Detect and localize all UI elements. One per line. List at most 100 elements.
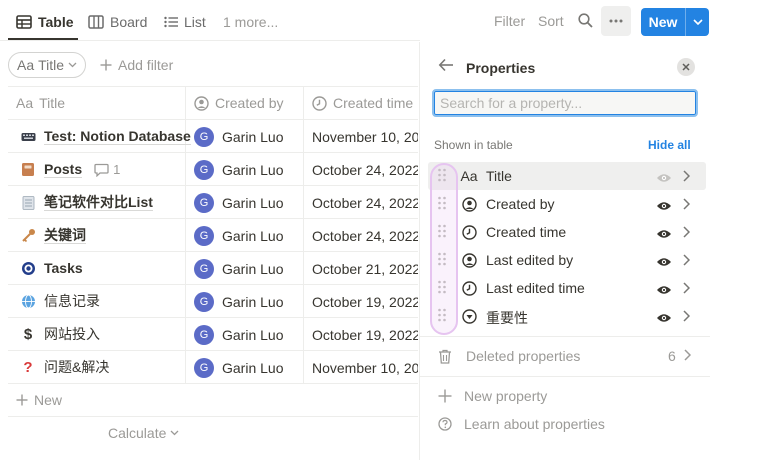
tab-board[interactable]: Board — [88, 12, 147, 32]
title-filter-pill[interactable]: Aa Title — [8, 52, 87, 78]
deleted-properties-label: Deleted properties — [466, 348, 581, 364]
calculate-label: Calculate — [108, 425, 167, 441]
trash-icon — [438, 349, 452, 364]
table-row[interactable]: $ 网站投入 G Garin Luo October 19, 2022 — [8, 317, 418, 350]
close-icon — [682, 63, 690, 71]
learn-about-properties-link[interactable]: Learn about properties — [438, 416, 605, 432]
title-cell[interactable]: 信息记录 — [20, 293, 100, 309]
table-row[interactable]: 笔记软件对比List G Garin Luo October 24, 2022 — [8, 185, 418, 218]
table-row[interactable]: Test: Notion Database G Garin Luo Novemb… — [8, 119, 418, 152]
creator-name: Garin Luo — [222, 129, 284, 145]
created-time-cell: October 21, 2022 — [312, 261, 418, 277]
column-header-created-by[interactable]: Created by — [194, 93, 283, 113]
creator-name: Garin Luo — [222, 261, 284, 277]
sort-button[interactable]: Sort — [538, 13, 564, 29]
eye-icon[interactable] — [656, 282, 672, 298]
created-by-cell[interactable]: G Garin Luo — [194, 193, 283, 213]
column-header-title[interactable]: Aa Title — [16, 93, 65, 113]
panel-divider — [420, 376, 710, 377]
title-cell[interactable]: 关键词 — [20, 227, 86, 244]
learn-about-properties-label: Learn about properties — [464, 416, 605, 432]
created-by-cell[interactable]: G Garin Luo — [194, 226, 283, 246]
created-by-cell[interactable]: G Garin Luo — [194, 292, 283, 312]
chevron-right-icon[interactable] — [683, 197, 691, 213]
chevron-right-icon[interactable] — [683, 281, 691, 297]
chevron-right-icon[interactable] — [683, 309, 691, 325]
ellipsis-icon — [609, 19, 623, 23]
property-search-field[interactable] — [432, 89, 698, 117]
text-icon: Aa — [460, 168, 478, 184]
created-by-cell[interactable]: G Garin Luo — [194, 259, 283, 279]
column-header-created-time[interactable]: Created time — [312, 93, 413, 113]
list-icon — [164, 16, 178, 28]
column-header-created-time-label: Created time — [333, 95, 414, 111]
chevron-right-icon[interactable] — [683, 225, 691, 241]
property-row-created-time[interactable]: Created time — [428, 218, 706, 246]
search-icon[interactable] — [578, 13, 593, 31]
eye-icon[interactable] — [656, 254, 672, 270]
chevron-down-icon[interactable] — [686, 19, 709, 25]
title-cell[interactable]: $ 网站投入 — [20, 326, 100, 343]
table-row[interactable]: 信息记录 G Garin Luo October 19, 2022 — [8, 284, 418, 317]
table-icon — [16, 15, 32, 29]
property-row-last-edited-time[interactable]: Last edited time — [428, 274, 706, 302]
plus-icon — [100, 59, 112, 71]
title-cell[interactable]: Tasks — [20, 260, 83, 276]
chevron-right-icon[interactable] — [683, 169, 691, 185]
column-header-title-label: Title — [39, 95, 66, 111]
tab-list-label: List — [184, 14, 206, 30]
title-cell[interactable]: ? 问题&解决 — [20, 359, 109, 376]
clock-icon — [312, 95, 327, 111]
back-arrow-icon[interactable] — [438, 58, 454, 75]
more-options-button[interactable] — [601, 6, 631, 36]
chevron-right-icon[interactable] — [683, 253, 691, 269]
creator-name: Garin Luo — [222, 162, 284, 178]
person-circle-icon — [461, 196, 477, 212]
tab-table[interactable]: Table — [16, 12, 74, 32]
text-type-icon: Aa — [17, 57, 35, 73]
created-by-cell[interactable]: G Garin Luo — [194, 127, 283, 147]
created-by-cell[interactable]: G Garin Luo — [194, 160, 283, 180]
created-time-cell: November 10, 2022 — [312, 360, 418, 376]
eye-icon[interactable] — [656, 226, 672, 242]
property-search-input[interactable] — [434, 91, 696, 115]
property-row-last-edited-by[interactable]: Last edited by — [428, 246, 706, 274]
row-title: Posts — [44, 161, 83, 178]
created-by-cell[interactable]: G Garin Luo — [194, 358, 283, 378]
new-property-button[interactable]: New property — [438, 388, 547, 404]
calculate-button[interactable]: Calculate — [108, 425, 179, 441]
created-time-cell: October 19, 2022 — [312, 294, 418, 310]
property-row-importance[interactable]: 重要性 — [428, 302, 706, 330]
deleted-properties-row[interactable]: Deleted properties 6 — [438, 346, 698, 366]
title-cell[interactable]: Test: Notion Database — [20, 128, 191, 145]
panel-title: Properties — [466, 60, 536, 76]
add-filter-button[interactable]: Add filter — [100, 57, 173, 73]
tab-list[interactable]: List — [164, 12, 206, 32]
hide-all-button[interactable]: Hide all — [648, 138, 691, 152]
filter-button[interactable]: Filter — [494, 13, 525, 29]
table-row[interactable]: 关键词 G Garin Luo October 24, 2022 — [8, 218, 418, 251]
creator-name: Garin Luo — [222, 360, 284, 376]
title-filter-label: Title — [38, 57, 65, 73]
help-circle-icon — [438, 417, 452, 431]
new-row-button[interactable]: New — [16, 392, 62, 408]
table-row[interactable]: Posts 1 G Garin Luo October 24, 2022 — [8, 152, 418, 185]
title-cell[interactable]: Posts 1 — [20, 161, 120, 178]
created-by-cell[interactable]: G Garin Luo — [194, 325, 283, 345]
notepad-icon — [20, 195, 36, 211]
property-row-title[interactable]: Aa Title — [428, 162, 706, 190]
eye-icon[interactable] — [656, 310, 672, 326]
table-row[interactable]: Tasks G Garin Luo October 21, 2022 — [8, 251, 418, 284]
property-row-created-by[interactable]: Created by — [428, 190, 706, 218]
title-cell[interactable]: 笔记软件对比List — [20, 194, 153, 211]
creator-name: Garin Luo — [222, 195, 284, 211]
tab-table-label: Table — [38, 14, 74, 30]
more-views-button[interactable]: 1 more... — [223, 12, 278, 32]
comment-count[interactable]: 1 — [94, 162, 120, 177]
table-row[interactable]: ? 问题&解决 G Garin Luo November 10, 2022 — [8, 350, 418, 383]
new-button[interactable]: New — [641, 8, 709, 36]
close-button[interactable] — [677, 58, 695, 76]
eye-icon[interactable] — [656, 198, 672, 214]
panel-divider — [420, 336, 710, 337]
person-circle-icon — [194, 95, 209, 111]
